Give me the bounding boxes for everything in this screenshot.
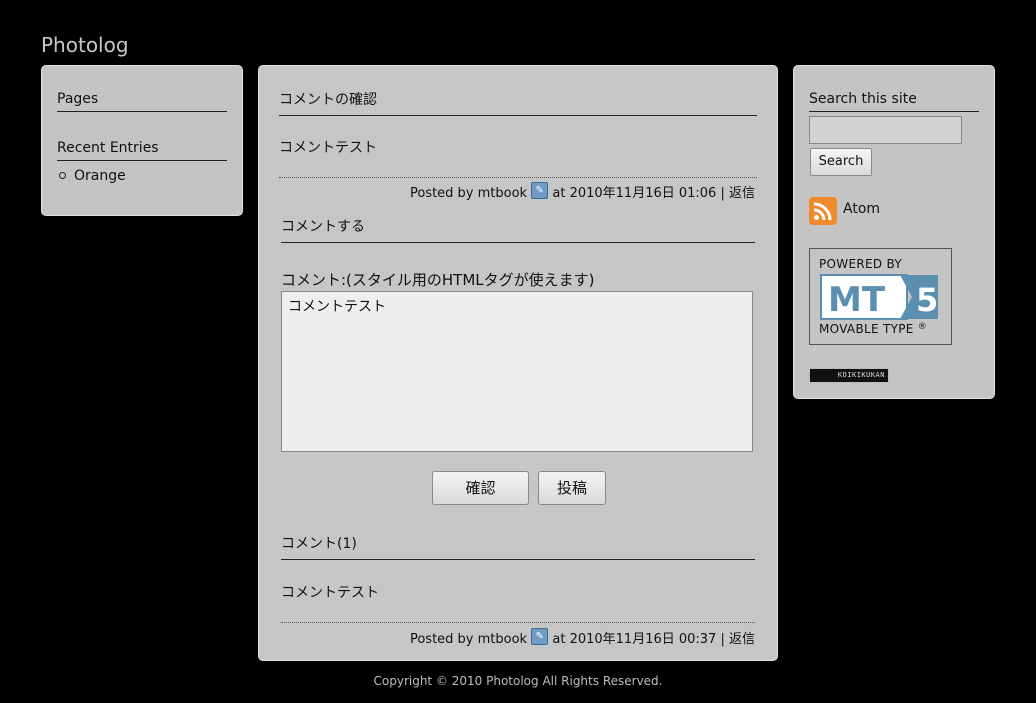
atom-feed-link[interactable]: Atom (843, 201, 880, 217)
author-link[interactable]: mtbook (478, 632, 527, 647)
comment-meta: Posted by mtbook ✎ at 2010年11月16日 00:37 … (410, 628, 755, 648)
site-title[interactable]: Photolog (41, 33, 129, 57)
main-content: コメントの確認 コメントテスト Posted by mtbook ✎ at 20… (258, 65, 778, 661)
koikikukan-label: KOIKIKUKAN (837, 371, 885, 379)
recent-entry-item[interactable]: Orange (59, 168, 126, 184)
search-input[interactable] (809, 116, 962, 144)
bullet-icon (59, 171, 66, 179)
comment-textarea[interactable]: コメントテスト (281, 291, 753, 452)
comment-text: コメントテスト (281, 585, 379, 601)
pages-widget-title[interactable]: Pages (57, 91, 227, 112)
confirm-button[interactable]: 確認 (432, 471, 529, 505)
footer-copyright: Copyright © 2010 Photolog All Rights Res… (373, 674, 663, 688)
mt5-logo-icon: MT 5 (820, 274, 940, 320)
mt-logo-version: 5 (916, 281, 938, 319)
wrench-icon[interactable]: ✎ (531, 628, 549, 645)
reply-link[interactable]: 返信 (729, 632, 755, 647)
koikikukan-banner[interactable]: KOIKIKUKAN (809, 368, 889, 383)
timestamp: at 2010年11月16日 00:37 | (548, 632, 729, 647)
movable-type-badge[interactable]: POWERED BY MT 5 MOVABLE TYPE ® (809, 248, 952, 345)
author-link[interactable]: mtbook (478, 186, 527, 201)
recent-entry-link[interactable]: Orange (74, 168, 126, 184)
reply-link[interactable]: 返信 (729, 186, 755, 201)
search-button[interactable]: Search (810, 148, 872, 176)
right-sidebar: Search this site Search Atom POWERED BY … (793, 65, 995, 399)
powered-by-label: POWERED BY (819, 257, 903, 271)
comment-label: コメント:(スタイル用のHTMLタグが使えます) (281, 271, 595, 289)
rss-feed-icon[interactable] (809, 197, 837, 225)
mt-logo-text: MT (828, 280, 886, 320)
search-title: Search this site (809, 91, 979, 112)
recent-entries-title: Recent Entries (57, 140, 227, 161)
comment-preview-meta: Posted by mtbook ✎ at 2010年11月16日 01:06 … (410, 182, 755, 202)
movable-type-label: MOVABLE TYPE ® (819, 322, 928, 336)
confirm-title: コメントの確認 (279, 89, 757, 116)
movable-type-text: MOVABLE TYPE (819, 322, 914, 336)
left-sidebar: Pages Recent Entries Orange (41, 65, 243, 216)
comment-preview-text: コメントテスト (279, 140, 377, 156)
post-button[interactable]: 投稿 (538, 471, 606, 505)
divider (279, 177, 757, 178)
comments-title: コメント(1) (281, 533, 755, 560)
posted-by-label: Posted by (409, 632, 478, 647)
posted-by-label: Posted by (409, 186, 478, 201)
wrench-icon[interactable]: ✎ (531, 182, 549, 199)
comment-form-title: コメントする (281, 216, 755, 243)
divider (281, 622, 755, 623)
timestamp: at 2010年11月16日 01:06 | (548, 186, 729, 201)
